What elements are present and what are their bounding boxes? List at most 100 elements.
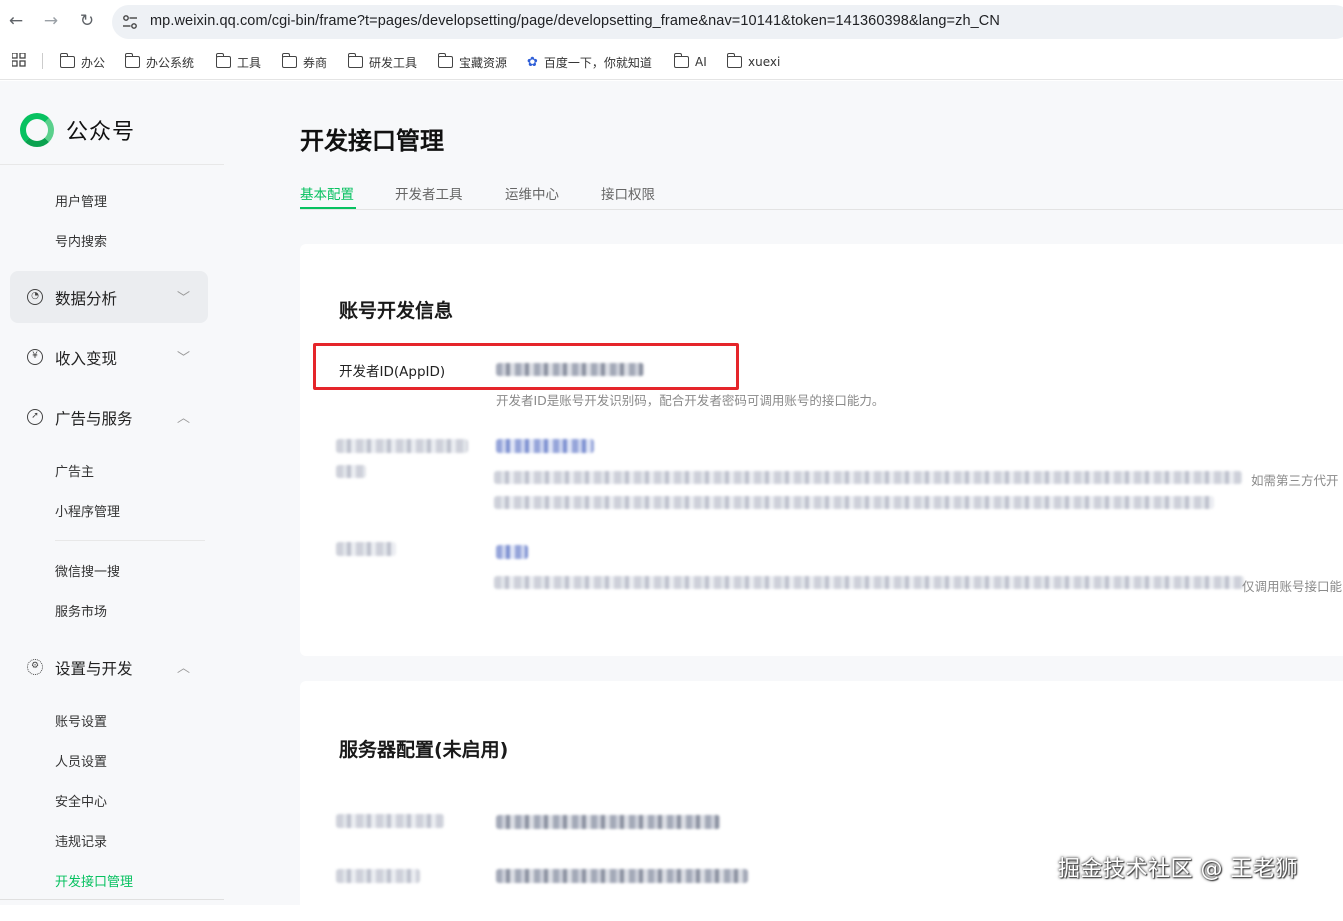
- redacted-action-link[interactable]: [496, 439, 594, 453]
- app-area: 公众号 用户管理 号内搜索 ◔ 数据分析 ﹀ ¥ 收入变现 ﹀ ➚ 广告与服务 …: [0, 81, 1343, 921]
- redacted-field-hint: [494, 496, 1214, 509]
- bookmark-item[interactable]: 研发工具: [347, 53, 418, 71]
- bookmark-item[interactable]: AI: [673, 53, 707, 71]
- redacted-field-value: [496, 815, 720, 829]
- apps-grid-icon[interactable]: [12, 53, 26, 67]
- sidebar-item-advertiser[interactable]: 广告主: [55, 461, 94, 480]
- sidebar-item-service-market[interactable]: 服务市场: [55, 601, 107, 620]
- sidebar-item-violations[interactable]: 违规记录: [55, 831, 107, 850]
- folder-icon: [347, 53, 363, 68]
- group-label: 数据分析: [55, 290, 118, 308]
- chevron-up-icon: ︿: [176, 411, 190, 426]
- yen-icon: ¥: [27, 349, 43, 365]
- group-label: 设置与开发: [55, 660, 133, 678]
- reload-icon[interactable]: ↻: [76, 10, 98, 32]
- pie-chart-icon: ◔: [27, 289, 43, 305]
- tab-basic-config[interactable]: 基本配置: [300, 183, 354, 203]
- tab-dev-tools[interactable]: 开发者工具: [395, 183, 463, 203]
- url-text: mp.weixin.qq.com/cgi-bin/frame?t=pages/d…: [150, 13, 1000, 29]
- appid-hint: 开发者ID是账号开发识别码，配合开发者密码可调用账号的接口能力。: [496, 393, 885, 408]
- redacted-field-label: [336, 869, 420, 883]
- page-title: 开发接口管理: [300, 127, 444, 155]
- sidebar-group-revenue[interactable]: ¥ 收入变现 ﹀: [10, 331, 208, 383]
- group-label: 广告与服务: [55, 410, 133, 428]
- folder-icon: [59, 53, 75, 68]
- sidebar-item-dev-api[interactable]: 开发接口管理: [55, 871, 133, 890]
- sidebar-item-miniprogram[interactable]: 小程序管理: [55, 501, 120, 520]
- sidebar-item-wechat-search[interactable]: 微信搜一搜: [55, 561, 120, 580]
- active-tab-indicator: [300, 207, 356, 209]
- baidu-paw-icon: ✿: [527, 54, 538, 70]
- bookmark-label: 办公系统: [146, 55, 195, 70]
- sidebar-group-ads[interactable]: ➚ 广告与服务 ︿: [10, 391, 208, 443]
- gear-icon: ⚙: [27, 659, 43, 675]
- sidebar-divider: [0, 164, 224, 165]
- chevron-down-icon: ﹀: [176, 291, 190, 306]
- browser-toolbar: ← → ↻ mp.weixin.qq.com/cgi-bin/frame?t=p…: [0, 0, 1343, 44]
- bookmark-item[interactable]: 宝藏资源: [437, 53, 508, 71]
- redacted-field-label: [336, 814, 444, 828]
- bookmark-label: xuexi: [748, 55, 781, 69]
- folder-icon: [726, 53, 742, 68]
- appid-label: 开发者ID(AppID): [339, 364, 446, 380]
- arrow-right-icon[interactable]: →: [40, 10, 62, 32]
- arrow-left-icon[interactable]: ←: [5, 10, 27, 32]
- chevron-up-icon: ︿: [176, 661, 190, 676]
- section-title: 服务器配置(未启用): [339, 739, 509, 761]
- sidebar-group-analytics[interactable]: ◔ 数据分析 ﹀: [10, 271, 208, 323]
- tab-api-permissions[interactable]: 接口权限: [601, 183, 655, 203]
- sidebar-item-security[interactable]: 安全中心: [55, 791, 107, 810]
- bookmark-label: 宝藏资源: [459, 55, 508, 70]
- bookmark-label: 工具: [237, 55, 262, 70]
- bookmarks-bar: 办公 办公系统 工具 券商 研发工具 宝藏资源 ✿ 百度一下，你就知道 AI x…: [0, 44, 1343, 80]
- folder-icon: [437, 53, 453, 68]
- bookmark-item[interactable]: ✿ 百度一下，你就知道: [527, 53, 652, 71]
- bookmark-item[interactable]: xuexi: [726, 53, 781, 71]
- brand-name: 公众号: [66, 120, 136, 145]
- bookmark-item[interactable]: 办公: [59, 53, 106, 71]
- section-title: 账号开发信息: [339, 300, 454, 322]
- brand-logo[interactable]: 公众号: [20, 113, 135, 147]
- redacted-action-link[interactable]: [496, 545, 528, 559]
- wechat-official-logo-icon: [20, 113, 54, 147]
- folder-icon: [673, 53, 689, 68]
- address-bar[interactable]: mp.weixin.qq.com/cgi-bin/frame?t=pages/d…: [112, 5, 1343, 39]
- sidebar-group-settings[interactable]: ⚙ 设置与开发 ︿: [10, 641, 208, 693]
- compass-icon: ➚: [27, 409, 43, 425]
- bookmark-item[interactable]: 券商: [281, 53, 328, 71]
- redacted-field-label: [336, 439, 468, 453]
- server-config-card: 服务器配置(未启用): [300, 681, 1343, 921]
- bookmark-item[interactable]: 办公系统: [124, 53, 195, 71]
- folder-icon: [215, 53, 231, 68]
- hint-overflow-text: 仅调用账号接口能: [1242, 579, 1343, 594]
- group-label: 收入变现: [55, 350, 118, 368]
- sidebar-item-staff[interactable]: 人员设置: [55, 751, 107, 770]
- account-dev-info-card: 账号开发信息 开发者ID(AppID) 开发者ID是账号开发识别码，配合开发者密…: [300, 244, 1343, 656]
- tab-ops-center[interactable]: 运维中心: [505, 183, 559, 203]
- folder-icon: [281, 53, 297, 68]
- sidebar: 公众号 用户管理 号内搜索 ◔ 数据分析 ﹀ ¥ 收入变现 ﹀ ➚ 广告与服务 …: [0, 81, 224, 905]
- bookmark-label: 办公: [81, 55, 106, 70]
- redacted-field-hint: [494, 576, 1244, 589]
- sidebar-item-account[interactable]: 账号设置: [55, 711, 107, 730]
- sidebar-bottom-line: [0, 899, 224, 900]
- watermark: 掘金技术社区 @ 王老狮: [1058, 857, 1298, 882]
- site-settings-icon[interactable]: [122, 14, 138, 30]
- hint-overflow-text: 如需第三方代开: [1251, 473, 1339, 488]
- bookmarks-divider: [42, 53, 43, 69]
- redacted-field-label: [336, 542, 396, 556]
- redacted-field-hint: [494, 471, 1242, 484]
- bookmark-label: 百度一下，你就知道: [543, 55, 652, 70]
- redacted-field-label: [336, 465, 366, 478]
- sidebar-subdivider: [55, 540, 205, 541]
- bookmark-label: 券商: [303, 55, 328, 70]
- appid-value-redacted[interactable]: [496, 363, 644, 376]
- sidebar-item-user-mgmt[interactable]: 用户管理: [55, 191, 107, 210]
- bookmark-label: AI: [695, 55, 707, 69]
- bookmark-item[interactable]: 工具: [215, 53, 262, 71]
- sidebar-item-in-search[interactable]: 号内搜索: [55, 231, 107, 250]
- chevron-down-icon: ﹀: [176, 351, 190, 366]
- bookmark-label: 研发工具: [369, 55, 418, 70]
- main-content: 开发接口管理 基本配置 开发者工具 运维中心 接口权限 账号开发信息 开发者ID…: [224, 81, 1343, 921]
- redacted-field-value: [496, 869, 748, 883]
